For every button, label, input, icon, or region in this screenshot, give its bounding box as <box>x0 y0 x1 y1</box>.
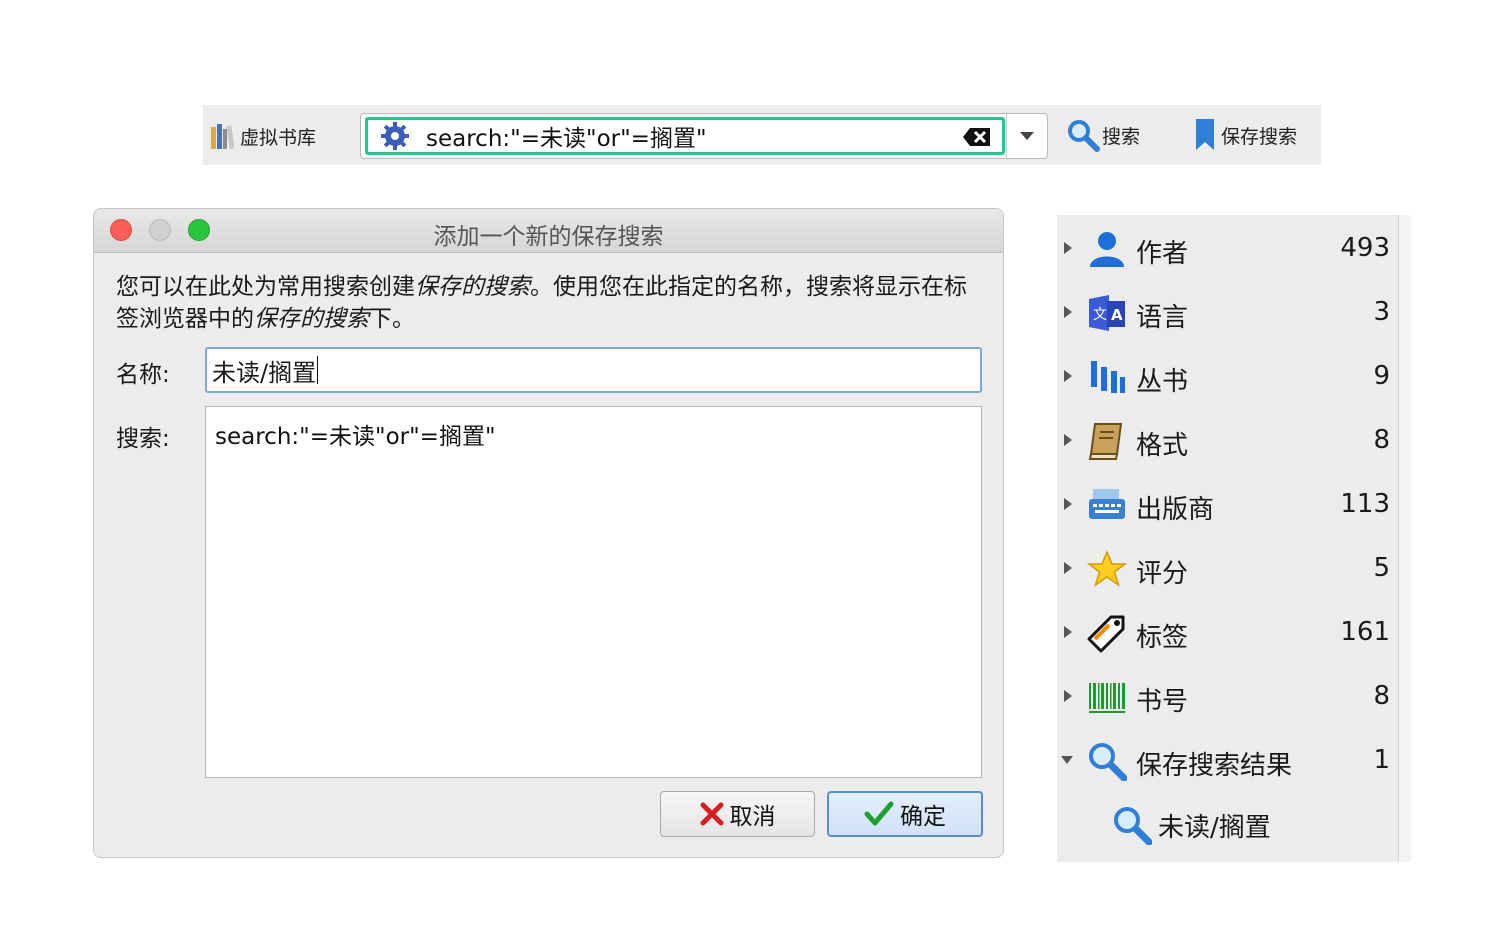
search-button[interactable]: 搜索 <box>1066 117 1140 153</box>
expand-arrow-icon[interactable] <box>1064 242 1072 254</box>
description-emphasis: 保存的搜索 <box>254 306 369 332</box>
cancel-button[interactable]: 取消 <box>660 791 815 837</box>
tag-category-formats[interactable]: 格式 8 <box>1057 415 1397 465</box>
tag-category-count: 161 <box>1340 617 1390 647</box>
saved-search-label: 未读/搁置 <box>1158 812 1271 843</box>
tag-category-languages[interactable]: 文 A 语言 3 <box>1057 287 1397 337</box>
description-emphasis: 保存的搜索 <box>415 274 530 300</box>
language-icon: 文 A <box>1089 295 1125 331</box>
clear-search-icon[interactable] <box>962 127 992 147</box>
magnifier-icon <box>1089 743 1127 781</box>
dialog-titlebar: 添加一个新的保存搜索 <box>94 209 1003 253</box>
tag-category-count: 5 <box>1373 553 1390 583</box>
cancel-label: 取消 <box>729 804 776 830</box>
tag-category-count: 3 <box>1373 297 1390 327</box>
tag-category-count: 113 <box>1340 489 1390 519</box>
tag-category-saved-searches[interactable]: 保存搜索结果 1 <box>1057 735 1397 785</box>
tag-category-count: 8 <box>1373 681 1390 711</box>
collapse-arrow-icon[interactable] <box>1061 756 1073 764</box>
text-caret <box>317 356 319 384</box>
magnifier-icon <box>1114 807 1152 845</box>
name-input[interactable]: 未读/搁置 <box>205 347 982 393</box>
tag-category-label: 格式 <box>1136 431 1189 461</box>
tag-category-count: 9 <box>1373 361 1390 391</box>
barcode-icon <box>1089 683 1125 713</box>
ok-label: 确定 <box>900 804 946 830</box>
svg-text:文: 文 <box>1093 307 1107 323</box>
tag-category-label: 评分 <box>1136 559 1189 589</box>
tag-category-publishers[interactable]: 出版商 113 <box>1057 479 1397 529</box>
search-history-dropdown[interactable] <box>1006 114 1047 158</box>
tag-category-series[interactable]: 丛书 9 <box>1057 351 1397 401</box>
search-expression-textarea[interactable]: search:"=未读"or"=搁置" <box>205 406 982 778</box>
star-icon <box>1087 550 1127 587</box>
expand-arrow-icon[interactable] <box>1064 370 1072 382</box>
tag-category-count: 1 <box>1373 745 1390 775</box>
gear-icon[interactable] <box>380 121 410 151</box>
dialog-description: 您可以在此处为常用搜索创建保存的搜索。使用您在此指定的名称，搜索将显示在标签浏览… <box>116 271 986 335</box>
tag-category-label: 保存搜索结果 <box>1136 751 1293 781</box>
expand-arrow-icon[interactable] <box>1064 562 1072 574</box>
tag-category-tags[interactable]: 标签 161 <box>1057 607 1397 657</box>
save-search-label: 保存搜索 <box>1221 125 1298 148</box>
search-query-text: search:"=未读"or"=搁置" <box>426 126 707 152</box>
search-label: 搜索: <box>116 426 170 452</box>
dialog-title: 添加一个新的保存搜索 <box>433 224 664 250</box>
tag-category-ratings[interactable]: 评分 5 <box>1057 543 1397 593</box>
saved-search-item[interactable]: 未读/搁置 <box>1112 800 1271 850</box>
tag-category-authors[interactable]: 作者 493 <box>1057 223 1397 273</box>
description-text: 您可以在此处为常用搜索创建 <box>116 274 415 300</box>
search-button-label: 搜索 <box>1102 125 1141 148</box>
series-icon <box>1091 361 1125 393</box>
books-icon <box>211 124 234 150</box>
tag-browser: 作者 493 文 A 语言 3 丛书 9 格式 8 出版商 113 评分 5 标… <box>1057 215 1411 862</box>
magnifier-icon <box>1068 120 1100 152</box>
tag-category-label: 出版商 <box>1136 495 1215 525</box>
search-input[interactable]: search:"=未读"or"=搁置" <box>365 117 1005 155</box>
checkmark-icon <box>864 801 894 826</box>
ok-button[interactable]: 确定 <box>827 791 983 837</box>
add-saved-search-dialog: 添加一个新的保存搜索 您可以在此处为常用搜索创建保存的搜索。使用您在此指定的名称… <box>93 208 1004 858</box>
tag-category-label: 作者 <box>1136 239 1189 269</box>
chevron-down-icon <box>1020 132 1034 140</box>
person-icon <box>1090 232 1124 267</box>
expand-arrow-icon[interactable] <box>1064 626 1072 638</box>
publisher-icon <box>1089 489 1125 519</box>
book-format-icon <box>1088 423 1123 460</box>
search-toolbar: 虚拟书库 search:"=未读"or"=搁置" 搜索 保存搜索 <box>203 105 1321 165</box>
search-expression-value: search:"=未读"or"=搁置" <box>215 424 496 450</box>
svg-text:A: A <box>1111 306 1123 324</box>
tag-category-label: 丛书 <box>1136 367 1189 397</box>
tag-category-label: 标签 <box>1136 623 1189 653</box>
tag-category-count: 8 <box>1373 425 1390 455</box>
cross-icon <box>700 802 723 826</box>
save-search-button[interactable]: 保存搜索 <box>1193 117 1297 153</box>
tag-browser-scrollbar[interactable] <box>1398 215 1411 862</box>
tag-category-label: 语言 <box>1136 303 1189 333</box>
tag-icon <box>1087 615 1125 653</box>
virtual-library-label: 虚拟书库 <box>240 126 317 149</box>
expand-arrow-icon[interactable] <box>1064 498 1072 510</box>
tag-category-count: 493 <box>1340 233 1390 263</box>
expand-arrow-icon[interactable] <box>1064 434 1072 446</box>
name-label: 名称: <box>116 362 170 388</box>
tag-category-identifiers[interactable]: 书号 8 <box>1057 671 1397 721</box>
description-text: 下。 <box>369 306 415 332</box>
virtual-library-button[interactable]: 虚拟书库 <box>210 121 316 151</box>
search-combobox[interactable]: search:"=未读"or"=搁置" <box>360 113 1048 159</box>
tag-category-label: 书号 <box>1136 687 1189 717</box>
expand-arrow-icon[interactable] <box>1064 690 1072 702</box>
bookmark-icon <box>1196 119 1214 150</box>
name-input-value: 未读/搁置 <box>212 358 317 387</box>
expand-arrow-icon[interactable] <box>1064 306 1072 318</box>
